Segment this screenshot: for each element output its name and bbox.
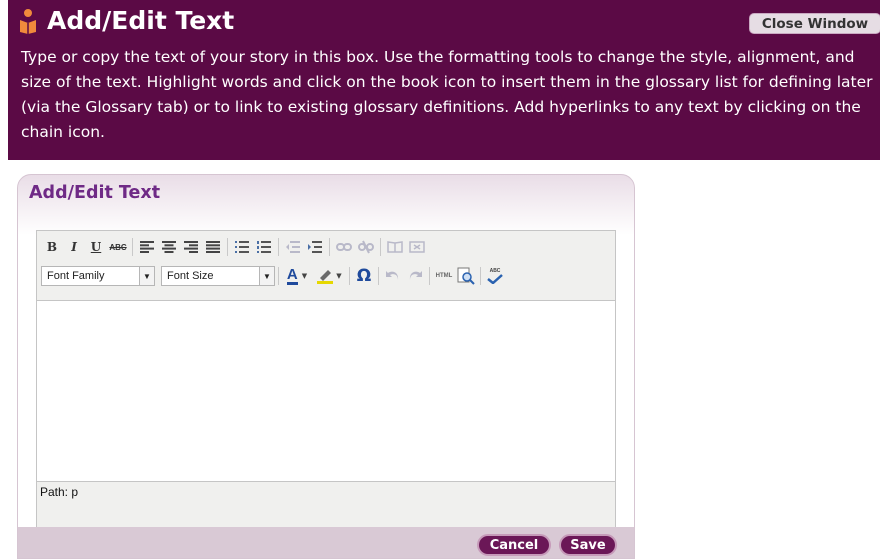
align-center-button[interactable] xyxy=(158,236,180,258)
chevron-down-icon: ▼ xyxy=(301,272,308,280)
special-character-button[interactable]: Ω xyxy=(353,265,375,287)
text-color-icon: A xyxy=(286,265,298,285)
highlight-color-button[interactable]: ▼ xyxy=(312,265,346,287)
redo-icon xyxy=(409,271,422,280)
page-title: Add/Edit Text xyxy=(47,6,235,35)
undo-button[interactable] xyxy=(382,265,404,287)
panel-title: Add/Edit Text xyxy=(29,183,161,203)
panel-footer: Cancel Save xyxy=(18,527,634,558)
chain-link-icon xyxy=(336,243,352,251)
font-family-select[interactable]: Font Family ▼ xyxy=(41,266,155,286)
remove-glossary-button[interactable] xyxy=(406,236,428,258)
redo-button[interactable] xyxy=(404,265,426,287)
html-icon: HTML xyxy=(435,273,453,279)
toolbar-separator xyxy=(132,238,133,256)
highlighter-icon xyxy=(317,270,334,284)
align-justify-button[interactable] xyxy=(202,236,224,258)
toolbar-separator xyxy=(480,267,481,285)
magnifier-page-icon xyxy=(457,267,475,285)
chevron-down-icon: ▼ xyxy=(139,267,154,285)
toolbar-separator xyxy=(329,238,330,256)
font-size-label: Font Size xyxy=(167,270,214,282)
font-family-label: Font Family xyxy=(47,270,105,282)
numbered-list-button[interactable] xyxy=(253,236,275,258)
close-window-button[interactable]: Close Window xyxy=(749,13,880,34)
align-right-button[interactable] xyxy=(180,236,202,258)
align-center-icon xyxy=(162,241,176,253)
check-mark-icon xyxy=(487,274,503,284)
instructions-text: Type or copy the text of your story in t… xyxy=(21,48,873,141)
align-justify-icon xyxy=(206,241,220,253)
unlink-icon xyxy=(358,240,374,254)
glossary-button[interactable] xyxy=(384,236,406,258)
toolbar-separator xyxy=(429,267,430,285)
outdent-button[interactable] xyxy=(282,236,304,258)
outdent-icon xyxy=(286,241,300,253)
save-button[interactable]: Save xyxy=(559,534,617,556)
align-left-button[interactable] xyxy=(136,236,158,258)
indent-icon xyxy=(308,241,322,253)
toolbar-separator xyxy=(380,238,381,256)
toolbar-separator xyxy=(378,267,379,285)
insert-link-button[interactable] xyxy=(333,236,355,258)
chevron-down-icon: ▼ xyxy=(259,267,274,285)
spellcheck-button[interactable]: ABC xyxy=(484,265,506,287)
indent-button[interactable] xyxy=(304,236,326,258)
editor-path-status: Path: p xyxy=(40,485,79,499)
bullet-list-button[interactable] xyxy=(231,236,253,258)
book-icon xyxy=(387,241,403,253)
rich-text-editor: B I U ABC Font Family ▼ Font Size ▼ A ▼ … xyxy=(36,230,616,528)
omega-icon: Ω xyxy=(356,266,372,286)
align-right-icon xyxy=(184,241,198,253)
toolbar-row-2: Font Family ▼ Font Size ▼ A ▼ ▼ Ω HTML A… xyxy=(41,263,506,289)
align-left-icon xyxy=(140,241,154,253)
bullet-list-icon xyxy=(235,241,249,253)
toolbar-row-1: B I U ABC xyxy=(41,234,428,260)
italic-button[interactable]: I xyxy=(63,236,85,258)
html-source-button[interactable]: HTML xyxy=(433,265,455,287)
font-size-select[interactable]: Font Size ▼ xyxy=(161,266,275,286)
preview-button[interactable] xyxy=(455,265,477,287)
underline-button[interactable]: U xyxy=(85,236,107,258)
undo-icon xyxy=(386,271,399,280)
instructions-header: Add/Edit Text Close Window Type or copy … xyxy=(8,0,880,160)
strikethrough-button[interactable]: ABC xyxy=(107,236,129,258)
person-reading-icon xyxy=(20,9,36,34)
cancel-button[interactable]: Cancel xyxy=(477,534,551,556)
bold-button[interactable]: B xyxy=(41,236,63,258)
unlink-button[interactable] xyxy=(355,236,377,258)
toolbar-separator xyxy=(278,267,279,285)
book-remove-icon xyxy=(409,241,425,253)
editor-content-area[interactable] xyxy=(37,300,615,482)
text-color-button[interactable]: A ▼ xyxy=(282,265,312,287)
toolbar-separator xyxy=(349,267,350,285)
numbered-list-icon xyxy=(257,241,271,253)
chevron-down-icon: ▼ xyxy=(336,272,342,280)
toolbar-separator xyxy=(278,238,279,256)
toolbar-separator xyxy=(227,238,228,256)
editor-panel: Add/Edit Text B I U ABC Font Family ▼ Fo… xyxy=(17,174,635,559)
spellcheck-icon: ABC xyxy=(487,268,503,284)
